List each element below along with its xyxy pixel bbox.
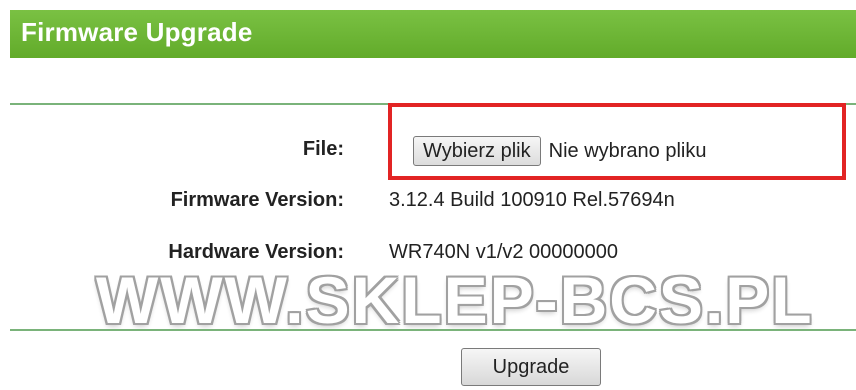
- file-input[interactable]: Wybierz plik Nie wybrano pliku: [413, 134, 706, 168]
- firmware-version-label: Firmware Version:: [170, 189, 344, 211]
- hardware-version-value: WR740N v1/v2 00000000: [389, 241, 619, 263]
- hardware-version-label: Hardware Version:: [168, 241, 344, 263]
- page-title: Firmware Upgrade: [21, 17, 253, 47]
- upgrade-button[interactable]: Upgrade: [461, 348, 601, 386]
- watermark: WWW.SKLEP-BCS.PL: [96, 263, 814, 337]
- choose-file-button[interactable]: Wybierz plik: [413, 136, 541, 166]
- no-file-chosen-text: Nie wybrano pliku: [548, 139, 707, 162]
- top-divider: [10, 103, 856, 105]
- file-label: File:: [302, 138, 344, 160]
- bottom-divider: [10, 329, 856, 331]
- page-header: Firmware Upgrade: [10, 10, 856, 58]
- firmware-version-value: 3.12.4 Build 100910 Rel.57694n: [389, 189, 675, 211]
